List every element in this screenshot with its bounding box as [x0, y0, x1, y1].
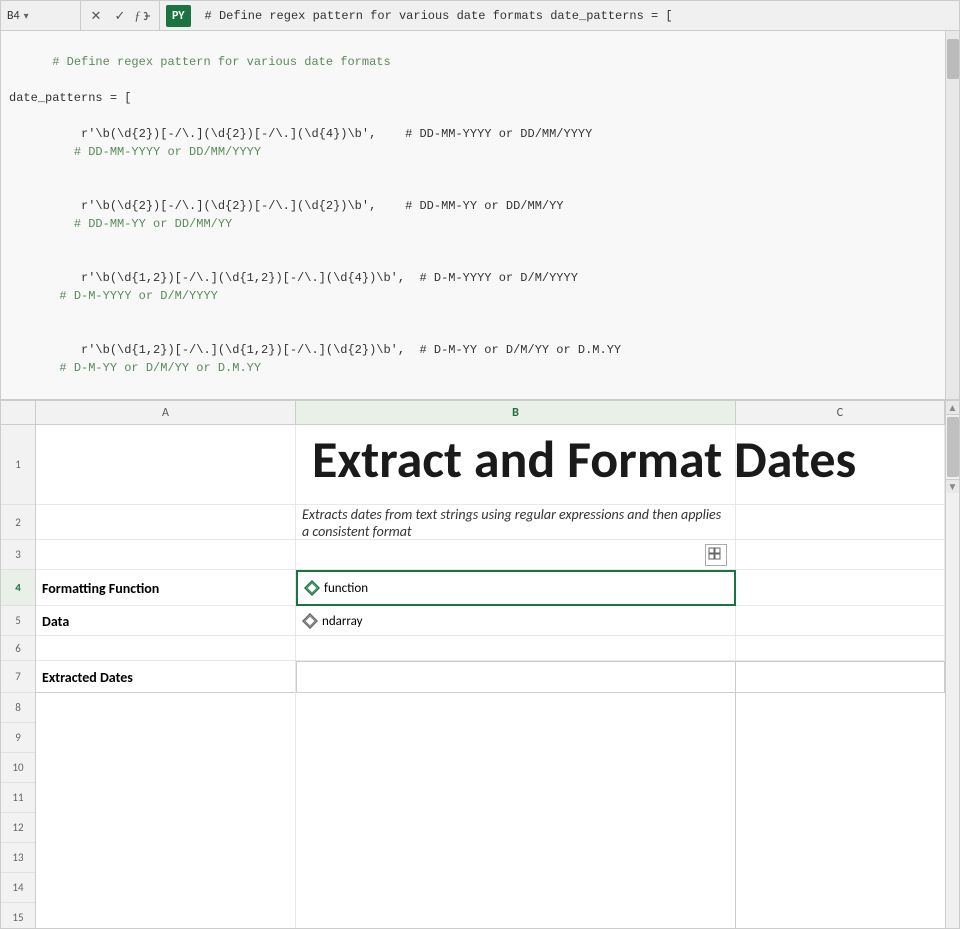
- row-num-10: 10: [1, 753, 35, 783]
- scroll-down-button[interactable]: ▼: [946, 479, 959, 493]
- code-line-2: date_patterns = [: [9, 89, 951, 107]
- code-panel-scrollbar[interactable]: [945, 31, 959, 399]
- col-header-b: B: [296, 401, 736, 424]
- python-diamond-icon-b5: [302, 613, 318, 629]
- grid-view-icon: [708, 547, 724, 563]
- cell-a6[interactable]: [36, 636, 296, 661]
- cell-c6[interactable]: [736, 636, 945, 661]
- row-num-3: 3: [1, 540, 35, 570]
- grid-row-7: Extracted Dates: [36, 661, 945, 693]
- formula-bar-icons: ✕ ✓ ƒ: [81, 1, 160, 30]
- cell-c4[interactable]: [736, 570, 945, 606]
- cell-a-data[interactable]: [36, 693, 296, 928]
- col-header-a: A: [36, 401, 296, 424]
- row-num-14: 14: [1, 873, 35, 903]
- cell-b1[interactable]: Extract and Format Dates: [296, 425, 736, 505]
- cell-c1[interactable]: [736, 425, 945, 505]
- subtitle-text: Extracts dates from text strings using r…: [302, 506, 729, 540]
- cell-c2[interactable]: [736, 505, 945, 540]
- cell-reference-box[interactable]: B4 ▾: [1, 1, 81, 30]
- python-code-panel: # Define regex pattern for various date …: [1, 31, 959, 401]
- scroll-thumb: [947, 417, 959, 477]
- formatting-function-label: Formatting Function: [42, 580, 159, 597]
- cell-b7[interactable]: [296, 661, 736, 693]
- cell-b6[interactable]: [296, 636, 736, 661]
- cell-a5[interactable]: Data: [36, 606, 296, 636]
- cancel-formula-button[interactable]: ✕: [85, 5, 107, 27]
- big-data-area: [36, 693, 945, 928]
- row-num-7: 7: [1, 661, 35, 693]
- cell-b4[interactable]: function: [296, 570, 736, 606]
- code-line-4: r'\b(\d{2})[-/\.](\d{2})[-/\.](\d{2})\b'…: [9, 179, 951, 251]
- python-badge[interactable]: PY: [166, 5, 191, 27]
- cell-ref-text: B4: [7, 9, 20, 23]
- scroll-up-button[interactable]: ▲: [946, 401, 959, 415]
- row-num-9: 9: [1, 723, 35, 753]
- grid-row-5: Data ndarray: [36, 606, 945, 636]
- grid-scrollbar[interactable]: ▲ ▼: [945, 401, 959, 928]
- scroll-thumb: [947, 39, 959, 79]
- row-numbers-column: 1 2 3 4 5 6 7 8 9 10 11 12 13 14 15 16 1…: [1, 401, 36, 928]
- row-num-4: 4: [1, 570, 35, 606]
- confirm-formula-button[interactable]: ✓: [109, 5, 131, 27]
- insert-function-button[interactable]: ƒ: [133, 5, 155, 27]
- cell-c-data[interactable]: [736, 693, 945, 928]
- cell-b2[interactable]: Extracts dates from text strings using r…: [296, 505, 736, 540]
- row-num-13: 13: [1, 843, 35, 873]
- insert-function-icon: [142, 10, 154, 22]
- python-diamond-icon-b4: [304, 580, 320, 596]
- col-header-c: C: [736, 401, 945, 424]
- data-label: Data: [42, 613, 69, 630]
- grid-row-6: [36, 636, 945, 661]
- grid-row-3: [36, 540, 945, 570]
- formula-content: # Define regex pattern for various date …: [197, 9, 959, 23]
- cell-c3[interactable]: [736, 540, 945, 570]
- code-line-5: r'\b(\d{1,2})[-/\.](\d{1,2})[-/\.](\d{4}…: [9, 251, 951, 323]
- cell-c5[interactable]: [736, 606, 945, 636]
- grid-content: A B C Extract and Format Dates Extracts …: [36, 401, 945, 928]
- grid-wrapper: 1 2 3 4 5 6 7 8 9 10 11 12 13 14 15 16 1…: [1, 401, 959, 928]
- row-num-6: 6: [1, 636, 35, 661]
- data-value: ndarray: [322, 614, 363, 629]
- grid-row-4: Formatting Function function: [36, 570, 945, 606]
- row-number-header: [1, 401, 35, 425]
- column-headers: A B C: [36, 401, 945, 425]
- row-num-2: 2: [1, 505, 35, 540]
- row-num-8: 8: [1, 693, 35, 723]
- cell-a3[interactable]: [36, 540, 296, 570]
- cell-a2[interactable]: [36, 505, 296, 540]
- formula-bar: B4 ▾ ✕ ✓ ƒ PY # Define regex pattern for…: [1, 1, 959, 31]
- cell-a1[interactable]: [36, 425, 296, 505]
- cell-b3[interactable]: [296, 540, 736, 570]
- formatting-function-value: function: [324, 581, 368, 596]
- grid-view-button[interactable]: [705, 544, 727, 566]
- cell-b5[interactable]: ndarray: [296, 606, 736, 636]
- cell-c7[interactable]: [736, 661, 945, 693]
- scroll-track[interactable]: [946, 417, 959, 477]
- row-num-12: 12: [1, 813, 35, 843]
- row-num-5: 5: [1, 606, 35, 636]
- extracted-dates-label: Extracted Dates: [42, 669, 133, 686]
- row-num-1: 1: [1, 425, 35, 505]
- cell-b-data[interactable]: [296, 693, 736, 928]
- spreadsheet-container: B4 ▾ ✕ ✓ ƒ PY # Define regex pattern for…: [0, 0, 960, 929]
- row-num-11: 11: [1, 783, 35, 813]
- code-line-6: r'\b(\d{1,2})[-/\.](\d{1,2})[-/\.](\d{2}…: [9, 323, 951, 395]
- cell-ref-dropdown-arrow[interactable]: ▾: [24, 9, 29, 22]
- cell-a4[interactable]: Formatting Function: [36, 570, 296, 606]
- code-line-3: r'\b(\d{2})[-/\.](\d{2})[-/\.](\d{4})\b'…: [9, 107, 951, 179]
- grid-row-1: Extract and Format Dates: [36, 425, 945, 505]
- cell-a7[interactable]: Extracted Dates: [36, 661, 296, 693]
- code-line-1: # Define regex pattern for various date …: [9, 35, 951, 89]
- row-num-15: 15: [1, 903, 35, 928]
- grid-row-2: Extracts dates from text strings using r…: [36, 505, 945, 540]
